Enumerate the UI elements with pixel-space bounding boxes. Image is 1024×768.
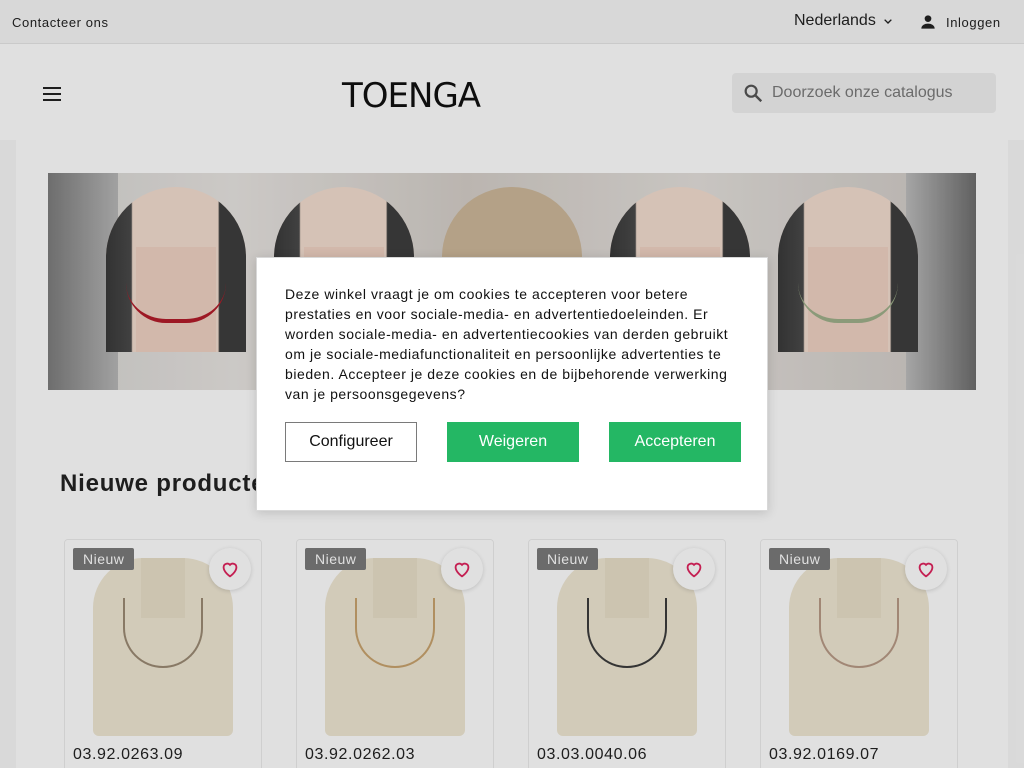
configure-button[interactable]: Configureer bbox=[285, 422, 417, 462]
cookie-message: Deze winkel vraagt je om cookies te acce… bbox=[285, 286, 729, 402]
cookie-consent-dialog: Deze winkel vraagt je om cookies te acce… bbox=[256, 257, 768, 511]
reject-button[interactable]: Weigeren bbox=[447, 422, 579, 462]
accept-button[interactable]: Accepteren bbox=[609, 422, 741, 462]
